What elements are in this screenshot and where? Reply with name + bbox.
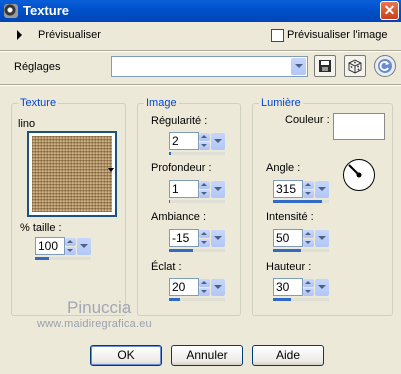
color-label: Couleur : xyxy=(285,114,330,126)
save-icon xyxy=(319,60,331,72)
height-spinner[interactable]: 30 xyxy=(273,278,329,302)
regularity-slider-fill xyxy=(169,152,172,155)
ambience-slider-bar[interactable] xyxy=(169,249,225,252)
watermark-name: Pinuccia xyxy=(67,298,132,317)
height-updown[interactable] xyxy=(303,279,314,296)
texture-dropdown-arrow-icon[interactable] xyxy=(108,168,114,172)
angle-label: Angle : xyxy=(266,162,301,174)
texture-group-legend: Texture xyxy=(18,97,59,109)
angle-spinner[interactable]: 315 xyxy=(273,180,329,204)
ambience-input[interactable]: -15 xyxy=(169,229,199,247)
dropdown-arrow-icon[interactable] xyxy=(291,58,306,75)
image-group-legend: Image xyxy=(144,97,179,109)
ambience-updown[interactable] xyxy=(199,230,210,247)
cancel-button[interactable]: Annuler xyxy=(171,345,243,366)
size-dropdown-arrow-icon[interactable] xyxy=(77,238,91,255)
intensity-dropdown-arrow-icon[interactable] xyxy=(315,230,329,247)
regularity-slider-bar[interactable] xyxy=(169,152,225,155)
close-button[interactable]: ✕ xyxy=(380,1,399,20)
angle-dial[interactable] xyxy=(342,158,376,192)
intensity-input[interactable]: 50 xyxy=(273,229,303,247)
shine-label: Éclat : xyxy=(151,261,182,273)
expand-triangle-icon[interactable] xyxy=(17,30,22,40)
height-label: Hauteur : xyxy=(266,261,312,273)
preview-label[interactable]: Prévisualiser xyxy=(38,29,101,41)
intensity-updown[interactable] xyxy=(303,230,314,247)
help-button[interactable]: Aide xyxy=(252,345,324,366)
height-dropdown-arrow-icon[interactable] xyxy=(315,279,329,296)
angle-dropdown-arrow-icon[interactable] xyxy=(315,181,329,198)
angle-slider-fill xyxy=(273,200,322,203)
regularity-spinner[interactable]: 2 xyxy=(169,132,225,156)
regularity-dropdown-arrow-icon[interactable] xyxy=(211,133,225,150)
shine-updown[interactable] xyxy=(199,279,210,296)
reset-icon xyxy=(378,59,392,73)
texture-swatch[interactable] xyxy=(27,131,117,217)
randomize-button[interactable] xyxy=(344,55,366,77)
regularity-input[interactable]: 2 xyxy=(169,132,199,150)
light-group-legend: Lumière xyxy=(259,97,303,109)
angle-slider-bar[interactable] xyxy=(273,200,329,203)
texture-name: lino xyxy=(18,118,36,130)
intensity-slider-bar[interactable] xyxy=(273,249,329,252)
size-spinner[interactable]: 100 xyxy=(35,237,91,261)
texture-preview-image xyxy=(32,136,112,212)
separator xyxy=(0,50,401,52)
shine-slider-fill xyxy=(169,298,181,301)
ambience-dropdown-arrow-icon[interactable] xyxy=(211,230,225,247)
shine-input[interactable]: 20 xyxy=(169,278,199,296)
size-updown[interactable] xyxy=(65,238,76,255)
regularity-updown[interactable] xyxy=(199,133,210,150)
presets-dropdown[interactable] xyxy=(111,56,308,77)
separator xyxy=(0,84,401,86)
angle-input[interactable]: 315 xyxy=(273,180,303,198)
preview-image-checkbox[interactable] xyxy=(271,29,284,42)
angle-updown[interactable] xyxy=(303,181,314,198)
dice-icon xyxy=(348,59,362,74)
depth-dropdown-arrow-icon[interactable] xyxy=(211,181,225,198)
ambience-spinner[interactable]: -15 xyxy=(169,229,225,253)
presets-label: Réglages xyxy=(14,61,61,73)
title-bar: Texture ✕ xyxy=(0,0,401,22)
ambience-slider-fill xyxy=(169,249,193,252)
depth-slider-bar[interactable] xyxy=(169,200,225,203)
size-slider-fill xyxy=(35,257,49,260)
shine-dropdown-arrow-icon[interactable] xyxy=(211,279,225,296)
save-preset-button[interactable] xyxy=(314,55,336,77)
regularity-label: Régularité : xyxy=(151,115,208,127)
app-icon xyxy=(4,4,18,18)
intensity-slider-fill xyxy=(273,249,301,252)
intensity-spinner[interactable]: 50 xyxy=(273,229,329,253)
size-label: % taille : xyxy=(20,222,62,234)
depth-label: Profondeur : xyxy=(151,162,212,174)
height-slider-bar[interactable] xyxy=(273,298,329,301)
depth-updown[interactable] xyxy=(199,181,210,198)
depth-input[interactable]: 1 xyxy=(169,180,199,198)
window-title: Texture xyxy=(23,3,69,18)
shine-slider-bar[interactable] xyxy=(169,298,225,301)
reset-button[interactable] xyxy=(374,55,396,77)
depth-slider-fill xyxy=(169,200,171,203)
intensity-label: Intensité : xyxy=(266,211,314,223)
ok-button[interactable]: OK xyxy=(90,345,162,366)
height-slider-fill xyxy=(273,298,292,301)
ambience-label: Ambiance : xyxy=(151,211,207,223)
watermark-site: www.maidiregrafica.eu xyxy=(37,318,152,330)
light-color-swatch[interactable] xyxy=(333,113,385,140)
shine-spinner[interactable]: 20 xyxy=(169,278,225,302)
size-input[interactable]: 100 xyxy=(35,237,65,255)
depth-spinner[interactable]: 1 xyxy=(169,180,225,204)
preview-image-label[interactable]: Prévisualiser l'image xyxy=(287,29,388,41)
size-slider-bar[interactable] xyxy=(35,257,91,260)
height-input[interactable]: 30 xyxy=(273,278,303,296)
